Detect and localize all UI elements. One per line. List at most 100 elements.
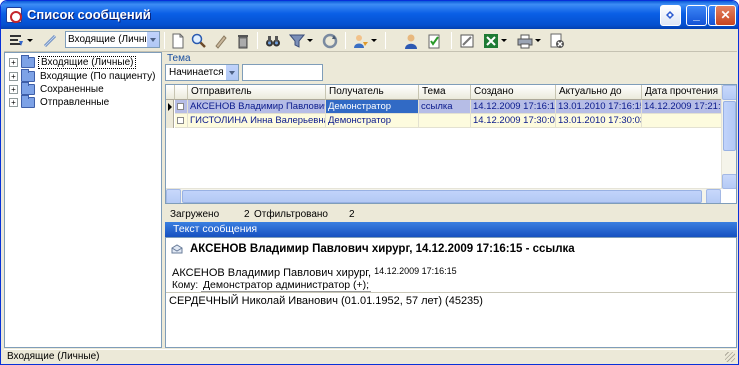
edit-sheet-button[interactable] xyxy=(457,31,477,50)
cell-read-date xyxy=(642,114,722,128)
tree-item[interactable]: + Входящие (Личные) xyxy=(9,54,137,69)
column-header[interactable]: Создано xyxy=(471,85,556,100)
row-checkbox[interactable] xyxy=(175,100,188,114)
vertical-scrollbar[interactable] xyxy=(721,85,736,189)
folder-icon xyxy=(21,68,35,82)
expand-icon[interactable]: + xyxy=(9,71,18,81)
resize-grip-icon[interactable] xyxy=(725,352,735,362)
expand-icon[interactable]: + xyxy=(9,57,18,67)
tree-item-label: Сохраненные xyxy=(40,83,104,95)
loaded-label: Загружено xyxy=(170,209,220,220)
filter-mode-select[interactable]: Начинается xyxy=(165,64,239,81)
column-header[interactable]: Отправитель xyxy=(188,85,326,100)
filter-label: Тема xyxy=(167,53,191,64)
column-header[interactable]: Актуально до xyxy=(556,85,642,100)
scroll-right-icon[interactable] xyxy=(706,189,721,203)
message-text: СЕРДЕЧНЫЙ Николай Иванович (01.01.1952, … xyxy=(169,295,483,307)
filter-button[interactable] xyxy=(286,31,316,50)
refresh-icon xyxy=(322,33,338,48)
main-window: Список сообщений _ □ ✕ Входящие (Личные) xyxy=(0,0,739,365)
folder-icon xyxy=(21,54,35,68)
new-message-button[interactable] xyxy=(168,31,188,50)
chevron-down-icon[interactable] xyxy=(225,65,238,80)
checkbox-header xyxy=(175,85,188,100)
filter-mode-value: Начинается xyxy=(169,67,224,78)
expand-icon[interactable]: + xyxy=(9,97,18,107)
link-icon xyxy=(43,34,57,47)
column-header[interactable]: Тема xyxy=(419,85,471,100)
column-header[interactable]: Дата прочтения xyxy=(642,85,722,100)
delete-icon xyxy=(238,34,248,48)
folder-select[interactable]: Входящие (Личные) xyxy=(65,31,160,48)
tree-item[interactable]: + Входящие (По пациенту) xyxy=(9,68,157,83)
cell-read-date: 14.12.2009 17:21:12 xyxy=(642,100,722,114)
users-button[interactable] xyxy=(350,31,380,50)
message-heading: АКСЕНОВ Владимир Павлович хирург, 14.12.… xyxy=(190,243,575,255)
folder-icon xyxy=(21,94,35,108)
message-to-label: Кому: xyxy=(172,280,199,291)
messages-table[interactable]: Отправитель Получатель Тема Создано Акту… xyxy=(165,84,737,204)
edit-button[interactable] xyxy=(211,31,231,50)
loaded-count: 2 xyxy=(244,209,250,220)
minimize-button[interactable]: _ xyxy=(686,5,707,26)
close-button[interactable]: ✕ xyxy=(715,5,736,26)
filtered-label: Отфильтровано xyxy=(254,209,328,220)
close-sheet-button[interactable] xyxy=(547,31,567,50)
help-icon[interactable] xyxy=(660,5,681,26)
edit-icon xyxy=(215,34,227,49)
row-pointer-icon xyxy=(166,100,174,114)
toolbar: Входящие (Личные) xyxy=(4,29,737,52)
link-button[interactable] xyxy=(40,31,60,50)
tree-item-label: Входящие (По пациенту) xyxy=(40,70,156,82)
cell-sender: ГИСТОЛИНА Инна Валерьевна xyxy=(188,114,326,128)
edit-sheet-icon xyxy=(460,34,474,47)
print-icon xyxy=(517,34,533,48)
delete-button[interactable] xyxy=(233,31,253,50)
messages-panel: Тема Начинается Отправитель Получатель Т… xyxy=(164,52,737,348)
scroll-thumb[interactable] xyxy=(723,101,736,151)
filter-input[interactable] xyxy=(242,64,323,81)
tree-item[interactable]: + Отправленные xyxy=(9,94,111,109)
search-icon xyxy=(191,33,206,48)
cell-recipient: Демонстратор xyxy=(326,100,419,114)
contact-button[interactable] xyxy=(401,31,421,50)
folder-tree[interactable]: + Входящие (Личные) + Входящие (По пацие… xyxy=(4,52,162,348)
binoculars-icon xyxy=(266,35,280,46)
folder-icon xyxy=(21,81,35,95)
divider xyxy=(166,292,736,293)
row-checkbox[interactable] xyxy=(175,114,188,128)
excel-export-icon xyxy=(484,33,498,48)
horizontal-scrollbar[interactable] xyxy=(166,188,721,203)
message-body[interactable]: АКСЕНОВ Владимир Павлович хирург, 14.12.… xyxy=(165,237,737,348)
users-icon xyxy=(354,34,368,48)
chevron-down-icon[interactable] xyxy=(146,32,159,47)
cell-valid-until: 13.01.2010 17:16:15 xyxy=(556,100,642,114)
refresh-button[interactable] xyxy=(320,31,340,50)
tree-item-label: Отправленные xyxy=(40,96,110,108)
scroll-left-icon[interactable] xyxy=(166,189,181,203)
title-bar[interactable]: Список сообщений _ □ xyxy=(1,1,738,29)
status-text: Входящие (Личные) xyxy=(7,351,100,362)
cell-created: 14.12.2009 17:30:03 xyxy=(471,114,556,128)
binoculars-button[interactable] xyxy=(262,31,284,50)
document-check-button[interactable] xyxy=(424,31,444,50)
print-button[interactable] xyxy=(514,31,544,50)
expand-icon[interactable]: + xyxy=(9,84,18,94)
settings-dropdown-icon xyxy=(10,34,23,46)
column-header[interactable]: Получатель xyxy=(326,85,419,100)
cell-subject: ссылка xyxy=(419,100,471,114)
search-button[interactable] xyxy=(189,31,209,50)
envelope-open-icon xyxy=(171,244,183,254)
excel-export-button[interactable] xyxy=(480,31,510,50)
contact-icon xyxy=(405,34,417,49)
message-from-text: АКСЕНОВ Владимир Павлович хирург, xyxy=(172,267,372,279)
scroll-down-icon[interactable] xyxy=(722,174,736,189)
window-title: Список сообщений xyxy=(27,7,151,22)
scroll-thumb[interactable] xyxy=(182,190,702,203)
message-timestamp: 14.12.2009 17:16:15 xyxy=(374,266,457,276)
scroll-up-icon[interactable] xyxy=(722,85,736,100)
message-from: АКСЕНОВ Владимир Павлович хирург, 14.12.… xyxy=(172,266,457,279)
close-sheet-icon xyxy=(550,33,564,48)
message-panel-header: Текст сообщения xyxy=(165,222,737,237)
settings-dropdown-button[interactable] xyxy=(6,31,36,50)
